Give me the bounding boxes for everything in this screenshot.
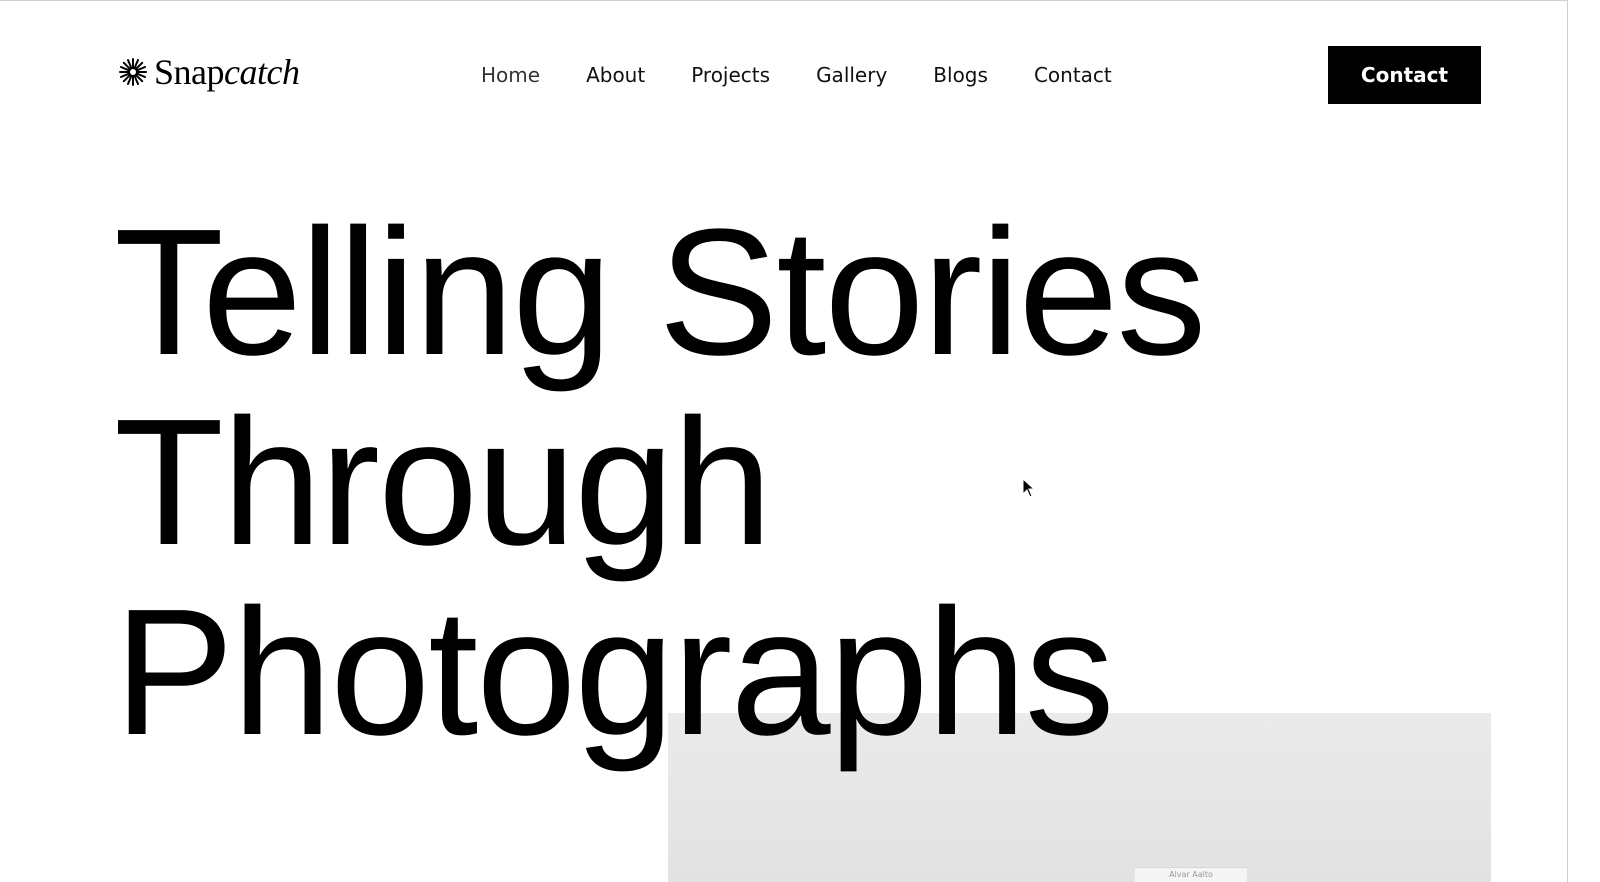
- hero-title-line: Photographs: [114, 572, 1115, 773]
- nav-item-about[interactable]: About: [586, 62, 645, 88]
- mouse-cursor-icon: [1022, 477, 1036, 503]
- nav-item-gallery[interactable]: Gallery: [816, 62, 887, 88]
- photo-tag: Alvar Aalto: [1135, 867, 1247, 882]
- starburst-icon: [118, 57, 148, 87]
- brand-name-regular: Snap: [154, 52, 225, 92]
- nav-item-contact[interactable]: Contact: [1034, 62, 1112, 88]
- contact-button[interactable]: Contact: [1328, 46, 1481, 104]
- top-border: [0, 0, 1600, 1]
- hero-title-line: Through: [114, 382, 772, 583]
- main-nav: Home About Projects Gallery Blogs Contac…: [481, 62, 1158, 88]
- hero-title-line: Telling Stories: [114, 192, 1207, 393]
- scrollbar[interactable]: [1567, 0, 1600, 882]
- nav-item-projects[interactable]: Projects: [691, 62, 770, 88]
- nav-item-home[interactable]: Home: [481, 62, 540, 88]
- brand-name: Snapcatch: [154, 52, 300, 92]
- hero-title: Telling Stories Through Photographs: [114, 192, 1207, 773]
- nav-item-blogs[interactable]: Blogs: [933, 62, 988, 88]
- brand-logo[interactable]: Snapcatch: [118, 52, 300, 92]
- brand-name-italic: catch: [224, 52, 300, 92]
